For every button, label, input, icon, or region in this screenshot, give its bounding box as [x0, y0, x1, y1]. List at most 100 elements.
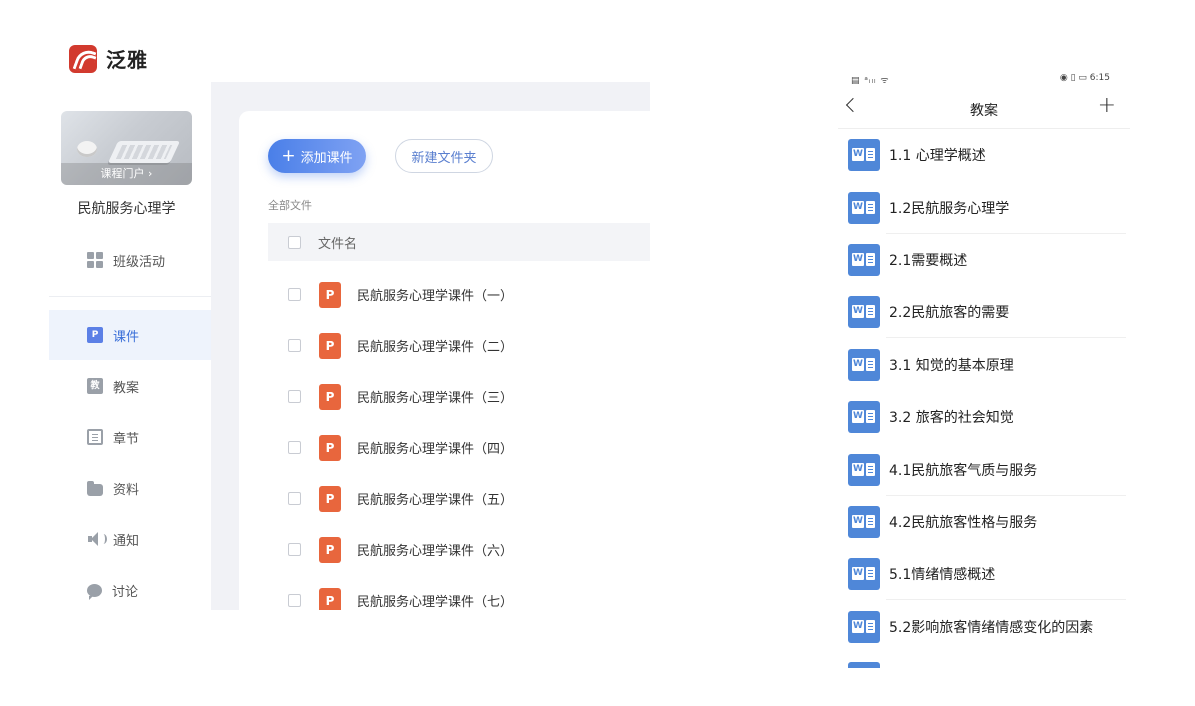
list-item[interactable]: W 4.1民航旅客气质与服务 [838, 444, 1130, 496]
new-folder-button[interactable]: 新建文件夹 [395, 139, 493, 173]
table-row[interactable]: P 民航服务心理学课件（六） [268, 524, 650, 575]
list-item-partial[interactable] [838, 662, 1130, 668]
course-portal-button[interactable]: 课程门户 › [61, 163, 192, 185]
course-cover-image[interactable]: 课程门户 › [61, 111, 192, 185]
doc-title: 3.1 知觉的基本原理 [889, 358, 1014, 374]
table-row[interactable]: P 民航服务心理学课件（四） [268, 422, 650, 473]
table-row[interactable]: P 民航服务心理学课件（一） [268, 269, 650, 320]
word-doc-icon: W [848, 401, 880, 433]
sidebar-item-label: 课件 [113, 329, 140, 345]
ppt-file-icon: P [319, 332, 341, 359]
file-name[interactable]: 民航服务心理学课件（五） [357, 489, 513, 508]
list-item[interactable]: W 2.2民航旅客的需要 [838, 286, 1130, 338]
courseware-panel: + 添加课件 新建文件夹 全部文件 文件名 P 民航服务心理学课件（一） P 民… [239, 111, 650, 610]
word-doc-icon: W [848, 611, 880, 643]
list-item[interactable]: W 3.2 旅客的社会知觉 [838, 391, 1130, 443]
sidebar-item-label: 班级活动 [113, 254, 166, 270]
row-checkbox[interactable] [288, 288, 301, 301]
doc-title: 4.1民航旅客气质与服务 [889, 463, 1038, 479]
word-doc-icon [848, 662, 880, 668]
courseware-icon: P [87, 327, 103, 343]
sidebar-divider [49, 296, 211, 297]
row-checkbox[interactable] [288, 543, 301, 556]
status-bar-time-battery: ◉ ▯ ▭ 6:15 [1059, 73, 1110, 83]
plus-icon: + [281, 145, 296, 166]
doc-title: 4.2民航旅客性格与服务 [889, 515, 1038, 531]
cover-keyboard-graphic [107, 141, 181, 163]
list-item[interactable]: W 1.2民航服务心理学 [838, 182, 1130, 234]
table-row[interactable]: P 民航服务心理学课件（三） [268, 371, 650, 422]
word-doc-icon: W [848, 244, 880, 276]
ppt-file-icon: P [319, 587, 341, 610]
list-item[interactable]: W 2.1需要概述 [838, 234, 1130, 286]
row-checkbox[interactable] [288, 390, 301, 403]
brand-logo[interactable]: 泛雅 [69, 44, 148, 73]
web-body: 课程门户 › 民航服务心理学 班级活动 P 课件 教 教案 章节 资料 通知 讨… [49, 82, 650, 610]
phone-screen: ▤ ᵃᵢₗₗ ᯤ ◉ ▯ ▭ 6:15 教案 + W 1.1 心理学概述 W 1… [838, 66, 1130, 668]
sidebar-item-courseware[interactable]: P 课件 [49, 310, 211, 360]
ppt-file-icon: P [319, 536, 341, 563]
list-item[interactable]: W 4.2民航旅客性格与服务 [838, 496, 1130, 548]
doc-title: 3.2 旅客的社会知觉 [889, 410, 1014, 426]
status-bar: ▤ ᵃᵢₗₗ ᯤ ◉ ▯ ▭ 6:15 [838, 66, 1130, 90]
grid-icon [87, 252, 103, 268]
word-doc-icon: W [848, 139, 880, 171]
sidebar-item-label: 通知 [113, 533, 140, 549]
row-checkbox[interactable] [288, 492, 301, 505]
ppt-file-icon: P [319, 383, 341, 410]
lesson-plan-icon: 教 [87, 378, 103, 394]
doc-title: 2.1需要概述 [889, 253, 968, 269]
file-name[interactable]: 民航服务心理学课件（四） [357, 438, 513, 457]
table-row[interactable]: P 民航服务心理学课件（五） [268, 473, 650, 524]
select-all-checkbox[interactable] [288, 235, 301, 249]
sidebar-item-class-activities[interactable]: 班级活动 [49, 235, 211, 285]
add-courseware-button[interactable]: + 添加课件 [268, 139, 366, 173]
sidebar-item-label: 章节 [113, 431, 140, 447]
doc-title: 2.2民航旅客的需要 [889, 305, 1010, 321]
table-row[interactable]: P 民航服务心理学课件（二） [268, 320, 650, 371]
list-item[interactable]: W 1.1 心理学概述 [838, 129, 1130, 181]
breadcrumb[interactable]: 全部文件 [268, 197, 312, 213]
table-row[interactable]: P 民航服务心理学课件（七） [268, 575, 650, 610]
word-doc-icon: W [848, 296, 880, 328]
file-name[interactable]: 民航服务心理学课件（二） [357, 336, 513, 355]
sidebar-item-lesson-plans[interactable]: 教 教案 [49, 361, 211, 411]
doc-title: 1.2民航服务心理学 [889, 201, 1010, 217]
file-name[interactable]: 民航服务心理学课件（七） [357, 591, 513, 610]
file-table-header: 文件名 [268, 223, 650, 261]
sidebar-item-label: 资料 [113, 482, 140, 498]
web-header: 泛雅 [0, 0, 650, 82]
ppt-file-icon: P [319, 281, 341, 308]
file-name[interactable]: 民航服务心理学课件（一） [357, 285, 513, 304]
row-checkbox[interactable] [288, 594, 301, 607]
course-name: 民航服务心理学 [77, 201, 176, 217]
list-item[interactable]: W 5.1情绪情感概述 [838, 548, 1130, 600]
word-doc-icon: W [848, 454, 880, 486]
file-name[interactable]: 民航服务心理学课件（六） [357, 540, 513, 559]
status-bar-signal: ▤ ᵃᵢₗₗ ᯤ [851, 76, 890, 86]
list-item[interactable]: W 3.1 知觉的基本原理 [838, 339, 1130, 391]
column-header-filename[interactable]: 文件名 [318, 233, 357, 252]
sidebar-item-discussion[interactable]: 讨论 [49, 565, 211, 610]
brand-name: 泛雅 [106, 48, 148, 72]
sidebar-item-label: 讨论 [112, 584, 139, 600]
file-name[interactable]: 民航服务心理学课件（三） [357, 387, 513, 406]
row-checkbox[interactable] [288, 339, 301, 352]
sidebar-item-label: 教案 [113, 380, 140, 396]
row-checkbox[interactable] [288, 441, 301, 454]
word-doc-icon: W [848, 506, 880, 538]
sidebar-item-notices[interactable]: 通知 [49, 514, 211, 564]
add-plus-icon[interactable]: + [1098, 93, 1116, 118]
list-item[interactable]: W 5.2影响旅客情绪情感变化的因素 [838, 601, 1130, 653]
cover-cup-graphic [77, 141, 97, 157]
ppt-file-icon: P [319, 434, 341, 461]
add-courseware-label: 添加课件 [300, 150, 353, 166]
doc-title: 5.1情绪情感概述 [889, 567, 996, 583]
ppt-file-icon: P [319, 485, 341, 512]
chat-bubble-icon [87, 583, 102, 600]
sidebar-item-chapters[interactable]: 章节 [49, 412, 211, 462]
word-doc-icon: W [848, 192, 880, 224]
list-divider [886, 599, 1126, 600]
sidebar-item-materials[interactable]: 资料 [49, 463, 211, 513]
word-doc-icon: W [848, 349, 880, 381]
